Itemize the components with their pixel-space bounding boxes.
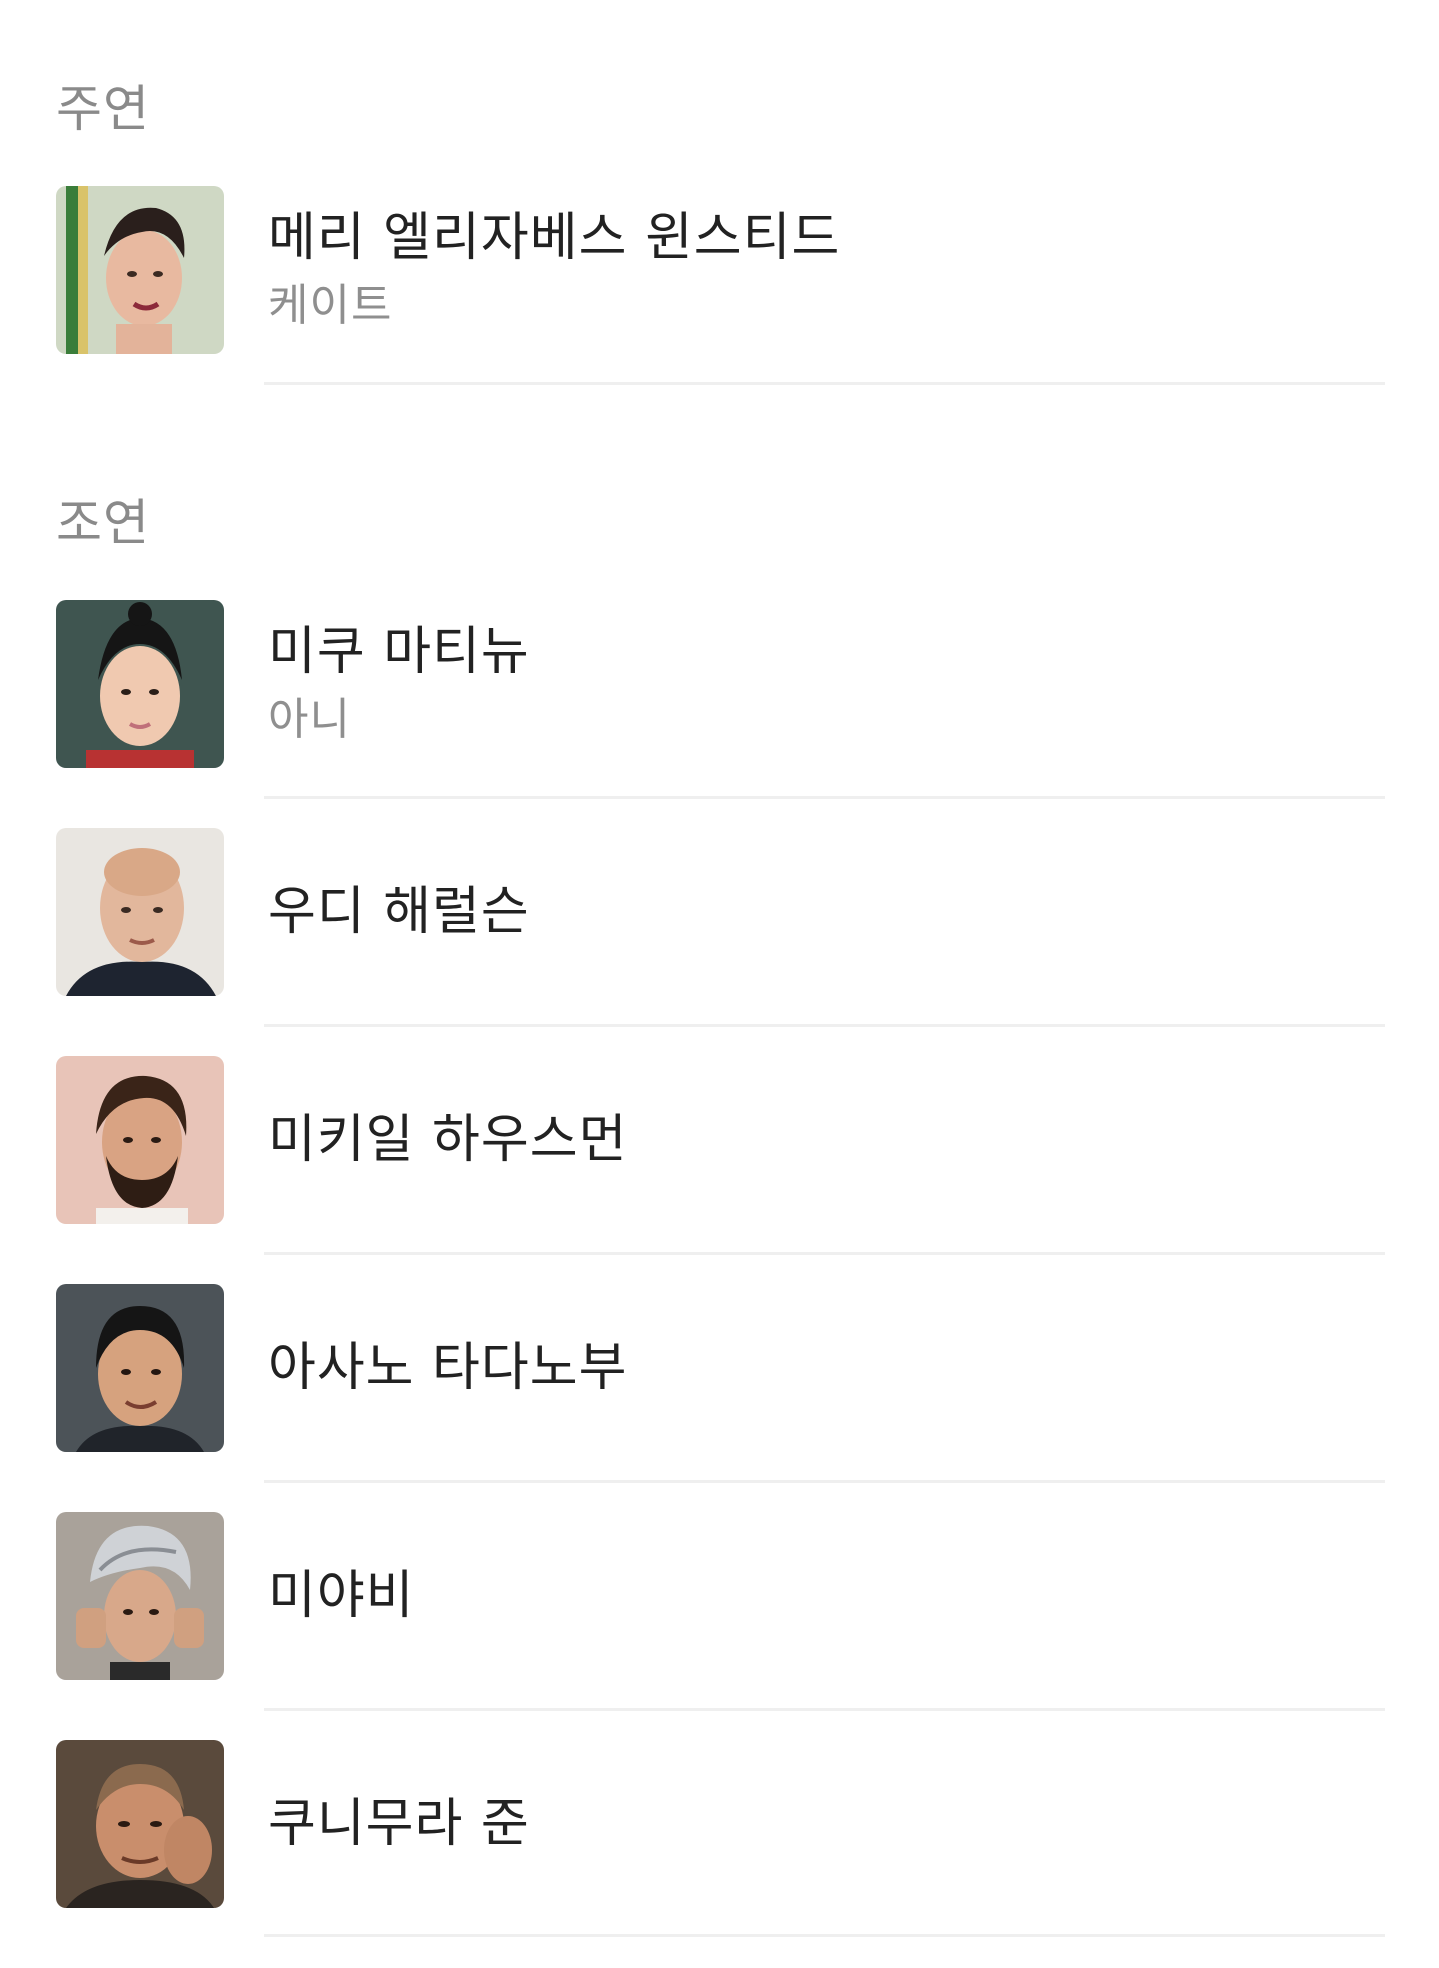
divider [264,1480,1385,1483]
avatar [56,1512,224,1680]
avatar [56,1740,224,1908]
avatar [56,600,224,768]
avatar [56,1284,224,1452]
cast-item[interactable]: 미야비 [0,1512,1439,1740]
actor-photo-icon [56,1740,224,1908]
cast-item[interactable]: 쿠니무라 준 [0,1740,1439,1968]
actor-photo-icon [56,1056,224,1224]
cast-name: 메리 엘리자베스 윈스티드 [268,208,841,268]
actor-photo-icon [56,1512,224,1680]
avatar [56,186,224,354]
cast-name: 미키일 하우스먼 [268,1110,628,1170]
cast-name: 미야비 [268,1566,415,1626]
cast-name: 미쿠 마티뉴 [268,622,530,682]
divider [264,382,1385,385]
actor-photo-icon [56,828,224,996]
section-header-supporting: 조연 [56,494,150,552]
avatar [56,1056,224,1224]
cast-item[interactable]: 미키일 하우스먼 [0,1056,1439,1284]
cast-item[interactable]: 메리 엘리자베스 윈스티드 케이트 [0,186,1439,414]
divider [264,1708,1385,1711]
actor-photo-icon [56,186,224,354]
cast-role: 아니 [268,694,351,745]
avatar [56,828,224,996]
cast-name: 아사노 타다노부 [268,1338,628,1398]
divider [264,1252,1385,1255]
cast-item[interactable]: 아사노 타다노부 [0,1284,1439,1512]
divider [264,1024,1385,1027]
cast-item[interactable]: 우디 해럴슨 [0,828,1439,1056]
actor-photo-icon [56,600,224,768]
divider [264,796,1385,799]
cast-name: 쿠니무라 준 [268,1794,530,1854]
section-header-lead: 주연 [56,80,150,138]
actor-photo-icon [56,1284,224,1452]
cast-role: 케이트 [268,280,393,331]
cast-item[interactable]: 미쿠 마티뉴 아니 [0,600,1439,828]
cast-name: 우디 해럴슨 [268,882,530,942]
